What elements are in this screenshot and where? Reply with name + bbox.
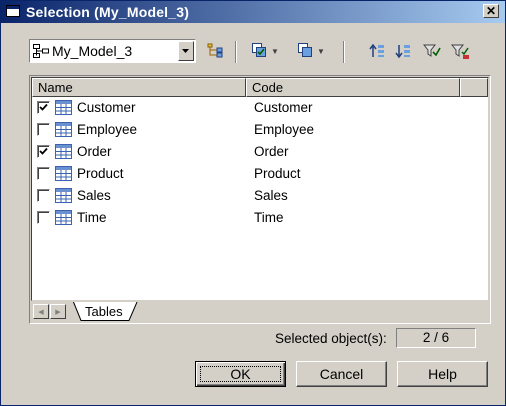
column-header-name[interactable]: Name — [32, 78, 246, 97]
row-code: Employee — [254, 122, 315, 137]
toolbar-separator — [235, 41, 237, 63]
selected-objects-label: Selected object(s): — [275, 331, 387, 346]
arrow-right-icon: ▶ — [55, 308, 61, 316]
close-icon: ✕ — [485, 4, 497, 18]
table-row[interactable]: Time Time — [32, 207, 488, 229]
row-code: Product — [254, 166, 301, 181]
row-checkbox[interactable] — [37, 123, 50, 136]
table-row[interactable]: Product Product — [32, 163, 488, 185]
row-name: Product — [77, 166, 124, 181]
selected-objects-count: 2 / 6 — [396, 328, 476, 348]
row-checkbox[interactable] — [37, 211, 50, 224]
list-header: Name Code — [32, 78, 488, 97]
window-title: Selection (My_Model_3) — [26, 4, 190, 20]
table-icon — [55, 122, 72, 140]
row-name: Order — [77, 144, 112, 159]
tab-scroll-right-button[interactable]: ▶ — [50, 304, 66, 319]
move-up-icon[interactable] — [369, 41, 385, 61]
row-checkbox[interactable] — [37, 189, 50, 202]
select-all-icon — [251, 42, 267, 61]
close-button[interactable]: ✕ — [483, 4, 499, 18]
row-name: Employee — [77, 122, 138, 137]
cancel-button[interactable]: Cancel — [296, 361, 387, 387]
deselect-all-button[interactable]: ▼ — [297, 41, 325, 61]
table-icon — [55, 100, 72, 118]
row-checkbox[interactable] — [37, 167, 50, 180]
select-all-button[interactable]: ▼ — [251, 41, 279, 61]
help-button-label: Help — [428, 366, 457, 382]
chevron-down-icon[interactable]: ▼ — [317, 47, 325, 56]
filter-icon[interactable] — [423, 41, 441, 61]
help-button[interactable]: Help — [397, 361, 488, 387]
move-down-icon[interactable] — [395, 41, 411, 61]
column-header-filler — [460, 78, 488, 97]
tab-tables-label: Tables — [85, 304, 123, 319]
row-code: Time — [254, 210, 284, 225]
ok-button[interactable]: OK — [195, 361, 286, 387]
toolbar: My_Model_3 ▼ ▼ — [29, 39, 489, 67]
deselect-all-icon — [297, 42, 313, 61]
tab-strip: ◀ ▶ Tables — [31, 302, 489, 322]
toolbar-separator — [343, 41, 345, 63]
row-checkbox[interactable] — [37, 145, 50, 158]
table-icon — [55, 188, 72, 206]
cancel-button-label: Cancel — [319, 366, 364, 382]
row-checkbox[interactable] — [37, 101, 50, 114]
table-row[interactable]: Order Order — [32, 141, 488, 163]
row-code: Customer — [254, 100, 313, 115]
row-name: Customer — [77, 100, 136, 115]
object-list[interactable]: Name Code Customer Customer Employee Emp… — [31, 77, 489, 301]
table-icon — [55, 210, 72, 228]
clear-filter-icon[interactable] — [451, 41, 471, 61]
table-row[interactable]: Sales Sales — [32, 185, 488, 207]
title-bar[interactable]: Selection (My_Model_3) ✕ — [1, 1, 505, 23]
table-icon — [55, 144, 72, 162]
focus-rect — [200, 366, 281, 382]
row-code: Sales — [254, 188, 288, 203]
arrow-left-icon: ◀ — [38, 308, 44, 316]
hierarchy-icon[interactable] — [207, 41, 223, 61]
row-name: Sales — [77, 188, 111, 203]
window-icon — [6, 5, 20, 17]
chevron-down-icon[interactable] — [178, 41, 194, 61]
selection-dialog: Selection (My_Model_3) ✕ My_Model_3 ▼ ▼ … — [0, 0, 506, 406]
table-row[interactable]: Customer Customer — [32, 97, 488, 119]
object-list-panel: Name Code Customer Customer Employee Emp… — [29, 75, 491, 324]
column-header-code[interactable]: Code — [246, 78, 460, 97]
model-select-value: My_Model_3 — [52, 43, 133, 59]
table-row[interactable]: Employee Employee — [32, 119, 488, 141]
table-icon — [55, 166, 72, 184]
row-name: Time — [77, 210, 107, 225]
model-select[interactable]: My_Model_3 — [29, 39, 196, 63]
model-tree-icon — [33, 44, 49, 61]
chevron-down-icon[interactable]: ▼ — [271, 47, 279, 56]
row-code: Order — [254, 144, 289, 159]
tab-scroll-left-button[interactable]: ◀ — [33, 304, 49, 319]
